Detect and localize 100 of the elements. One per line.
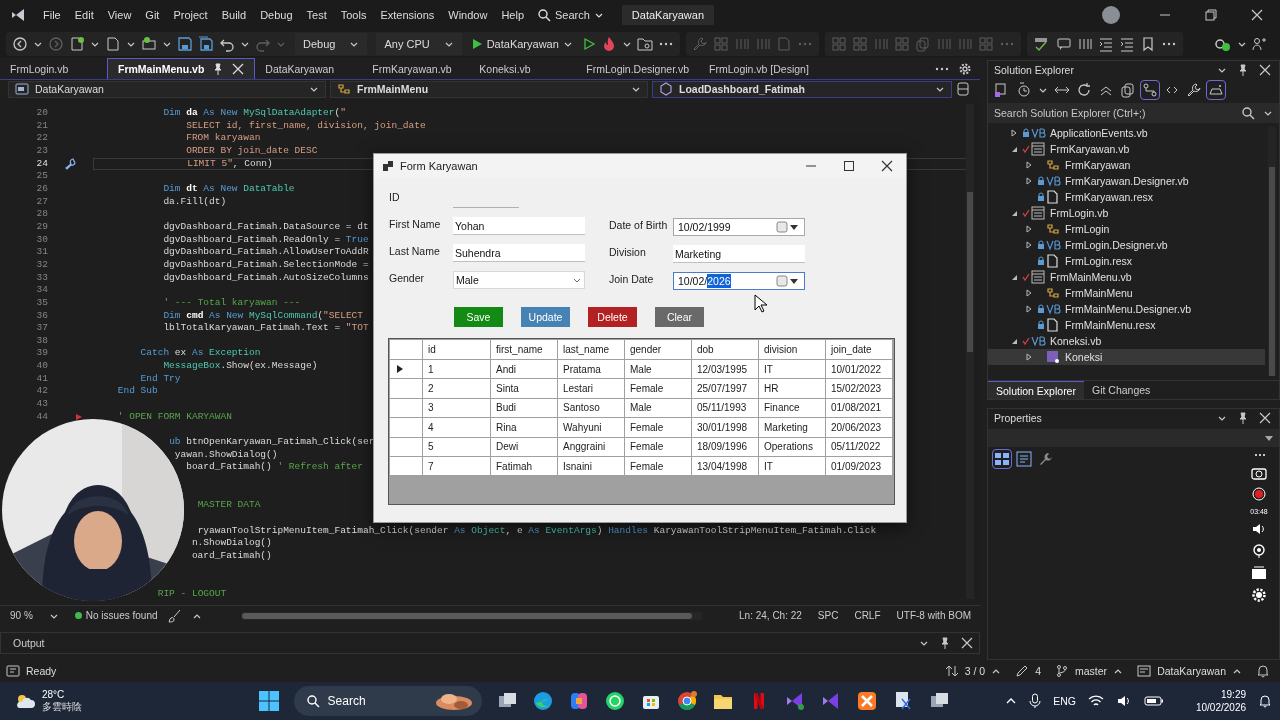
menu-item[interactable]: View xyxy=(100,9,139,21)
wrench-icon[interactable] xyxy=(1186,82,1202,98)
menu-item[interactable]: Build xyxy=(214,9,254,21)
tree-item[interactable]: FrmLogin.vb xyxy=(988,205,1265,221)
tree-view-icon[interactable] xyxy=(1142,82,1158,98)
tree-item[interactable]: FrmMainMenu xyxy=(988,285,1265,301)
back-icon[interactable] xyxy=(12,36,28,52)
bars-icon[interactable] xyxy=(1076,36,1093,52)
tree-item[interactable]: FrmLogin.Designer.vb xyxy=(988,237,1265,253)
folder-search-icon[interactable] xyxy=(636,36,653,52)
column-header[interactable]: division xyxy=(758,339,826,360)
collapsed-arrow-icon[interactable] xyxy=(1025,289,1033,297)
weather-widget[interactable]: 28°C 多雲時陰 xyxy=(14,689,82,713)
editor-tab[interactable]: DataKaryawan xyxy=(255,58,363,79)
tree-item[interactable]: FrmKaryawan xyxy=(988,157,1265,173)
editor-tab[interactable]: FrmLogin.vb xyxy=(0,58,107,79)
tree-item[interactable]: FrmKaryawan.vb xyxy=(988,141,1265,157)
column-header[interactable]: gender xyxy=(624,339,692,360)
pin-icon[interactable] xyxy=(1237,64,1249,76)
language-indicator[interactable]: ENG xyxy=(1053,695,1076,707)
column-header[interactable]: dob xyxy=(691,339,759,360)
collapsed-arrow-icon[interactable] xyxy=(1025,305,1033,313)
file-icon[interactable] xyxy=(105,36,121,52)
member-dropdown[interactable]: LoadDashboard_Fatimah xyxy=(652,80,952,98)
input-field[interactable]: Yohan xyxy=(453,217,585,235)
collapsed-arrow-icon[interactable] xyxy=(1025,241,1033,249)
configuration-dropdown[interactable]: Debug xyxy=(295,33,368,55)
input-field[interactable]: Suhendra xyxy=(453,244,585,262)
menu-item[interactable]: Test xyxy=(299,9,334,21)
menu-item[interactable]: Tools xyxy=(333,9,374,21)
scrollbar[interactable] xyxy=(966,104,974,599)
column-header[interactable]: id xyxy=(422,339,491,360)
zoom-dropdown[interactable]: 90 % xyxy=(10,610,59,621)
wrench-icon[interactable] xyxy=(1038,451,1054,467)
scroll-thumb[interactable] xyxy=(967,192,973,352)
scroll-thumb[interactable] xyxy=(1269,167,1275,376)
indent-mode[interactable]: SPC xyxy=(814,610,842,621)
battery-icon[interactable] xyxy=(1143,695,1164,707)
action-button[interactable]: Save xyxy=(454,307,503,327)
tree-item[interactable]: Koneksi.vb xyxy=(988,333,1265,349)
split-icon[interactable] xyxy=(956,82,970,96)
settings-icon[interactable] xyxy=(1251,587,1267,603)
settings-icon[interactable] xyxy=(958,61,972,76)
play-outline-icon[interactable] xyxy=(581,37,596,51)
panel-tab[interactable]: Solution Explorer xyxy=(988,381,1084,399)
pin-icon[interactable] xyxy=(1252,543,1266,559)
line-endings[interactable]: CRLF xyxy=(851,610,884,621)
menu-item[interactable]: Git xyxy=(138,9,167,21)
outdent-icon[interactable] xyxy=(1118,36,1135,52)
expanded-arrow-icon[interactable] xyxy=(1010,145,1018,153)
indent-icon[interactable] xyxy=(1097,36,1114,52)
menu-item[interactable]: Help xyxy=(494,9,531,21)
horizontal-scrollbar[interactable] xyxy=(241,611,702,620)
column-header[interactable]: join_date xyxy=(825,339,893,360)
alphabetical-icon[interactable] xyxy=(1016,451,1032,467)
refresh-icon[interactable] xyxy=(1076,82,1092,98)
record-icon[interactable] xyxy=(1252,487,1266,501)
editor-tab[interactable]: Koneksi.vb xyxy=(469,58,577,79)
menu-item[interactable]: File xyxy=(36,9,68,21)
menu-item[interactable]: Project xyxy=(166,9,215,21)
action-button[interactable]: Update xyxy=(521,307,570,327)
expanded-arrow-icon[interactable] xyxy=(1010,273,1018,281)
maximize-icon[interactable] xyxy=(843,160,855,172)
restore-icon[interactable] xyxy=(1205,9,1217,21)
search-field[interactable]: Search Solution Explorer (Ctrl+;) xyxy=(988,103,1279,123)
expanded-arrow-icon[interactable] xyxy=(1010,209,1018,217)
share-icon[interactable] xyxy=(1252,36,1268,52)
bell-icon[interactable] xyxy=(1256,664,1270,678)
action-button[interactable]: Clear xyxy=(655,307,704,327)
tree-item[interactable]: FrmKaryawan.resx xyxy=(988,189,1265,205)
browser-icon[interactable] xyxy=(675,690,698,712)
editor-tab[interactable]: FrmMainMenu.vb xyxy=(107,58,256,79)
expanded-arrow-icon[interactable] xyxy=(1010,337,1018,345)
copilot-icon[interactable] xyxy=(1214,36,1232,52)
search-button[interactable]: Search xyxy=(531,8,610,22)
tree-item[interactable]: Koneksi xyxy=(988,349,1265,365)
menu-item[interactable]: Window xyxy=(441,9,495,21)
action-button[interactable]: Delete xyxy=(588,307,637,327)
repository-button[interactable]: DataKaryawan xyxy=(1137,664,1242,678)
tree-item[interactable]: FrmMainMenu.Designer.vb xyxy=(988,301,1265,317)
brush-icon[interactable] xyxy=(167,608,182,623)
start-icon[interactable] xyxy=(257,690,280,712)
tree-item[interactable]: FrmLogin xyxy=(988,221,1265,237)
search-field[interactable]: Search xyxy=(293,686,482,716)
tree-item[interactable]: FrmLogin.resx xyxy=(988,253,1265,269)
wifi-icon[interactable] xyxy=(1087,694,1104,708)
new-file-icon[interactable] xyxy=(69,36,85,52)
camera-icon[interactable] xyxy=(1251,466,1267,480)
avatar[interactable] xyxy=(1102,6,1120,24)
collapsed-arrow-icon[interactable] xyxy=(1025,177,1033,185)
editor-tab[interactable]: FrmKaryawan.vb xyxy=(362,58,470,79)
row-header[interactable] xyxy=(389,359,423,379)
editor-tab[interactable]: FrmLogin.Designer.vb xyxy=(576,58,700,79)
tree-item[interactable]: FrmMainMenu.vb xyxy=(988,269,1265,285)
collapsed-arrow-icon[interactable] xyxy=(1025,353,1033,361)
menu-item[interactable]: Edit xyxy=(67,9,101,21)
changes-button[interactable]: 4 xyxy=(1015,664,1042,678)
tree-item[interactable]: ApplicationEvents.vb xyxy=(988,125,1265,141)
start-button[interactable]: DataKaryawan xyxy=(466,38,577,50)
editor-tab[interactable]: FrmLogin.vb [Design] xyxy=(699,58,819,79)
